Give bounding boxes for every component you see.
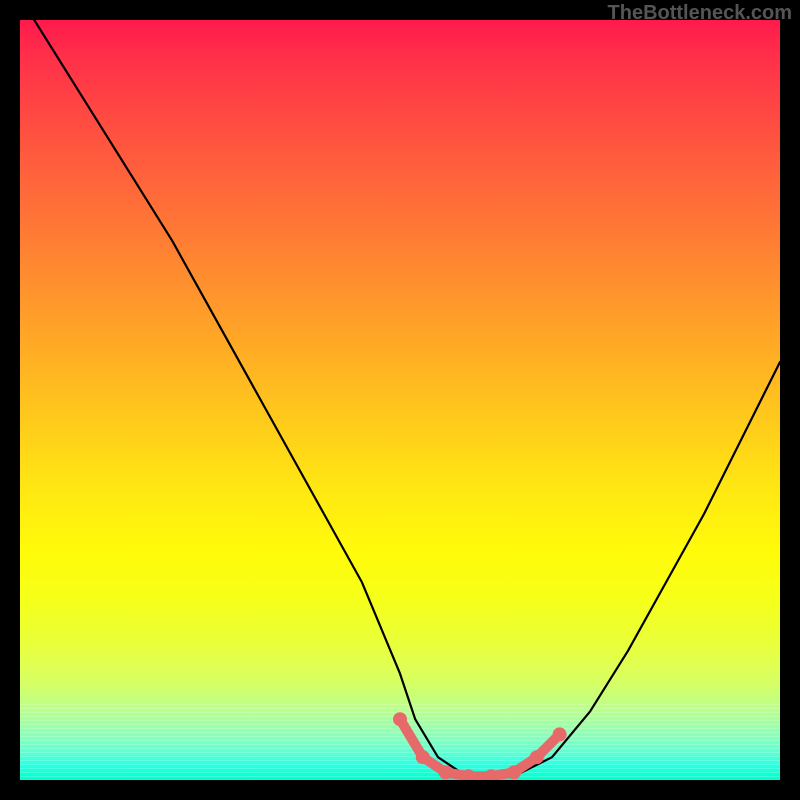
watermark-text: TheBottleneck.com [608,2,792,25]
marker-dot [416,750,430,764]
marker-dot [484,769,498,780]
chart-container: TheBottleneck.com [0,0,800,800]
marker-dot [507,765,521,779]
chart-svg [20,20,780,780]
marker-dot [530,750,544,764]
plot-area [20,20,780,780]
marker-dot [439,765,453,779]
highlighted-range-markers [393,712,567,780]
gradient-stripes [20,704,780,780]
marker-dot [461,769,475,780]
marker-dot [393,712,407,726]
bottleneck-curve [20,20,780,776]
marker-line [400,719,560,776]
marker-dot [553,727,567,741]
